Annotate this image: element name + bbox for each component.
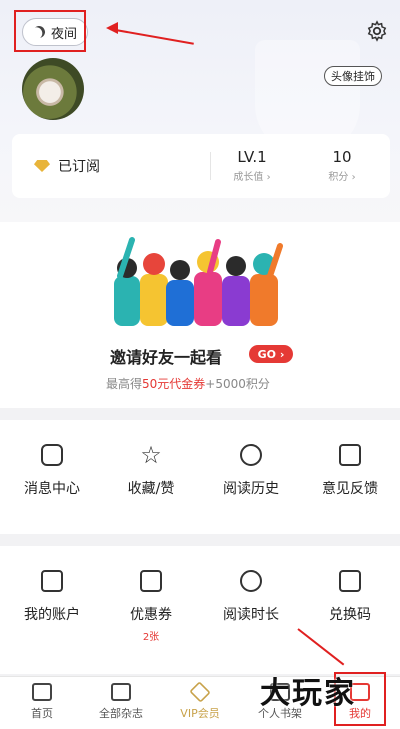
points-label: 积分: [328, 172, 349, 183]
divider: [210, 152, 211, 180]
wallet-icon: [41, 570, 63, 592]
barcode-icon: [339, 570, 361, 592]
coupon-count: 2张: [142, 632, 160, 643]
book-icon: [111, 683, 131, 701]
settings-gear-icon[interactable]: [366, 20, 388, 42]
invite-subtitle-suffix: +5000积分: [205, 377, 270, 391]
grid-item-label: 收藏/赞: [127, 481, 175, 497]
tab-home[interactable]: 首页: [2, 683, 82, 721]
tab-label: VIP会员: [180, 707, 220, 720]
invite-title: 邀请好友一起看: [110, 348, 223, 367]
go-button[interactable]: GO ›: [249, 345, 293, 363]
grid-item-label: 意见反馈: [322, 481, 378, 497]
grid-item-reading-time[interactable]: 阅读时长: [201, 570, 301, 624]
avatar[interactable]: [22, 58, 84, 120]
annotation-box-night: [14, 10, 86, 52]
level-label: 成长值: [233, 172, 264, 183]
friends-illustration: [114, 237, 283, 326]
watermark: 大玩家: [260, 676, 356, 711]
avatar-frame-button[interactable]: 头像挂饰: [324, 66, 382, 86]
tab-vip[interactable]: VIP会员: [160, 681, 240, 721]
subscribed-label: 已订阅: [58, 159, 100, 175]
grid-item-feedback[interactable]: 意见反馈: [300, 444, 400, 498]
tab-label: 首页: [31, 707, 53, 720]
grid-item-redeem-code[interactable]: 兑换码: [300, 570, 400, 624]
annotation-arrowhead-top: [106, 22, 118, 34]
clock-icon: [240, 570, 262, 592]
home-icon: [32, 683, 52, 701]
grid-item-label: 我的账户: [24, 607, 80, 623]
invite-subtitle-prefix: 最高得: [106, 377, 143, 391]
history-icon: [240, 444, 262, 466]
feedback-icon: [339, 444, 361, 466]
grid-item-favorites[interactable]: ☆ 收藏/赞: [101, 441, 201, 498]
function-grid-2: 我的账户 优惠券 2张 阅读时长 兑换码: [0, 546, 400, 674]
go-label: GO: [257, 347, 276, 361]
grid-item-coupons[interactable]: 优惠券 2张: [101, 570, 201, 643]
invite-subtitle-highlight: 50元代金券: [142, 377, 206, 391]
grid-item-label: 优惠券: [130, 607, 172, 623]
grid-item-label: 阅读历史: [223, 481, 279, 497]
message-icon: [41, 444, 63, 466]
points-stat[interactable]: 10 积分 ›: [320, 148, 364, 183]
points-value: 10: [332, 148, 352, 166]
level-value: LV.1: [237, 148, 267, 166]
coupon-icon: [140, 570, 162, 592]
grid-item-history[interactable]: 阅读历史: [201, 444, 301, 498]
stats-card: 已订阅 LV.1 成长值 › 10 积分 ›: [12, 134, 390, 198]
grid-item-messages[interactable]: 消息中心: [2, 444, 102, 498]
vip-icon: [189, 681, 211, 703]
grid-item-label: 消息中心: [24, 481, 80, 497]
diamond-icon: [34, 160, 50, 172]
invite-subtitle: 最高得50元代金券+5000积分: [106, 375, 270, 392]
level-stat[interactable]: LV.1 成长值 ›: [220, 148, 284, 183]
star-icon: ☆: [140, 441, 162, 469]
grid-item-label: 阅读时长: [223, 607, 279, 623]
tab-label: 全部杂志: [99, 707, 143, 720]
tab-all-magazines[interactable]: 全部杂志: [81, 683, 161, 721]
function-grid-1: 消息中心 ☆ 收藏/赞 阅读历史 意见反馈: [0, 420, 400, 534]
invite-card[interactable]: 邀请好友一起看 GO › 最高得50元代金券+5000积分: [0, 222, 400, 408]
subscribed-entry[interactable]: 已订阅: [12, 156, 202, 176]
grid-item-account[interactable]: 我的账户: [2, 570, 102, 624]
grid-item-label: 兑换码: [329, 607, 371, 623]
